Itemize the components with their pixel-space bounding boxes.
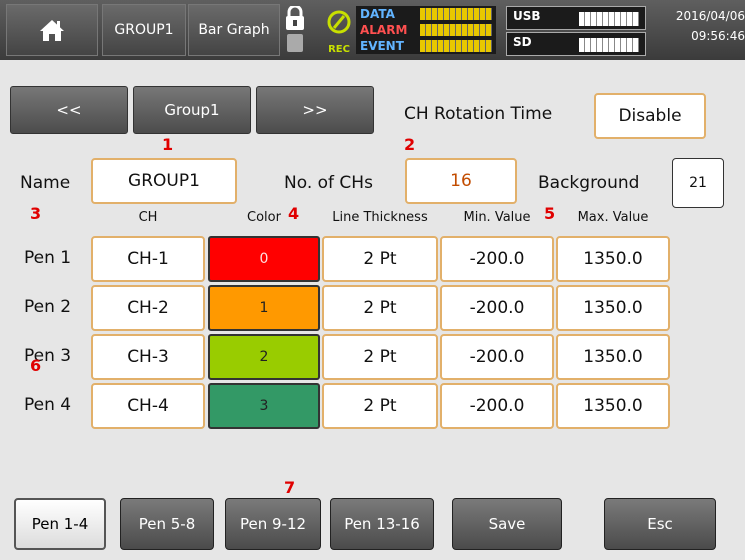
pen-max-field[interactable]: 1350.0 [556,236,670,282]
home-icon [40,20,64,41]
event-status: EVENT [356,38,496,54]
current-group-label: GROUP1 [102,4,186,56]
pen-ch-field[interactable]: CH-1 [91,236,205,282]
channel-count-label: No. of CHs [284,173,373,193]
pen-min-field[interactable]: -200.0 [440,334,554,380]
date-text: 2016/04/06 [675,9,745,23]
event-status-label: EVENT [360,39,404,53]
time-text: 09:56:46 [691,29,745,43]
clock: 2016/04/06 09:56:46 [654,6,745,46]
background-field[interactable]: 21 [672,158,724,208]
column-header-max: Max. Value [577,210,649,225]
page-pen-5-8[interactable]: Pen 5-8 [120,498,214,550]
rec-indicator: REC [326,6,352,55]
pen-max-field[interactable]: 1350.0 [556,383,670,429]
alarm-status: ALARM [356,22,496,38]
pen-min-field[interactable]: -200.0 [440,383,554,429]
pen-label: Pen 2 [24,297,72,317]
alarm-status-label: ALARM [360,23,408,37]
pen-max-field[interactable]: 1350.0 [556,285,670,331]
pen-thickness-field[interactable]: 2 Pt [322,383,438,429]
recording-icon [327,10,351,34]
pen-max-field[interactable]: 1350.0 [556,334,670,380]
pen-ch-field[interactable]: CH-3 [91,334,205,380]
pen-color-swatch[interactable]: 0 [208,236,320,282]
home-button[interactable] [6,4,98,56]
callout-marker: 5 [544,204,556,223]
alarm-level-bar [420,24,492,36]
usb-label: USB [513,9,541,23]
view-mode-label: Bar Graph [188,4,280,56]
pen-min-field[interactable]: -200.0 [440,236,554,282]
esc-button[interactable]: Esc [604,498,716,550]
callout-marker: 1 [162,135,174,154]
page-pen-13-16[interactable]: Pen 13-16 [330,498,434,550]
save-button[interactable]: Save [452,498,562,550]
sd-usage-bar [579,38,639,52]
pen-ch-field[interactable]: CH-4 [91,383,205,429]
column-header-ch: CH [138,210,158,225]
pen-color-swatch[interactable]: 2 [208,334,320,380]
data-status: DATA [356,6,496,22]
pen-label: Pen 1 [24,248,72,268]
callout-marker: 2 [404,135,416,154]
pen-color-swatch[interactable]: 3 [208,383,320,429]
lock-icon [286,6,304,52]
page-pen-9-12[interactable]: Pen 9-12 [225,498,321,550]
callout-marker: 6 [30,356,42,375]
data-level-bar [420,8,492,20]
event-level-bar [420,40,492,52]
pen-ch-field[interactable]: CH-2 [91,285,205,331]
sd-status: SD [506,32,646,56]
page-pen-1-4[interactable]: Pen 1-4 [14,498,106,550]
pen-color-swatch[interactable]: 1 [208,285,320,331]
channel-count-field[interactable]: 16 [405,158,517,204]
pen-thickness-field[interactable]: 2 Pt [322,334,438,380]
status-bar: GROUP1 Bar Graph REC DATA ALARM EVENT US… [0,0,745,60]
next-group-button[interactable]: >> [256,86,374,134]
group-select-button[interactable]: Group1 [133,86,251,134]
data-status-label: DATA [360,7,395,21]
background-label: Background [538,173,640,193]
group-name-field[interactable]: GROUP1 [91,158,237,204]
pen-thickness-field[interactable]: 2 Pt [322,236,438,282]
column-header-thickness: Line Thickness [332,210,428,225]
pen-thickness-field[interactable]: 2 Pt [322,285,438,331]
rec-label: REC [328,44,350,55]
rotation-label: CH Rotation Time [404,104,553,124]
usb-usage-bar [579,12,639,26]
usb-status: USB [506,6,646,30]
pen-min-field[interactable]: -200.0 [440,285,554,331]
column-header-color: Color [247,210,281,225]
callout-marker: 3 [30,204,42,223]
name-label: Name [20,173,71,193]
prev-group-button[interactable]: << [10,86,128,134]
callout-marker: 7 [284,478,296,497]
sd-card-label: SD [513,35,532,49]
column-header-min: Min. Value [463,210,531,225]
rotation-field[interactable]: Disable [594,93,706,139]
pen-label: Pen 4 [24,395,72,415]
callout-marker: 4 [288,204,300,223]
